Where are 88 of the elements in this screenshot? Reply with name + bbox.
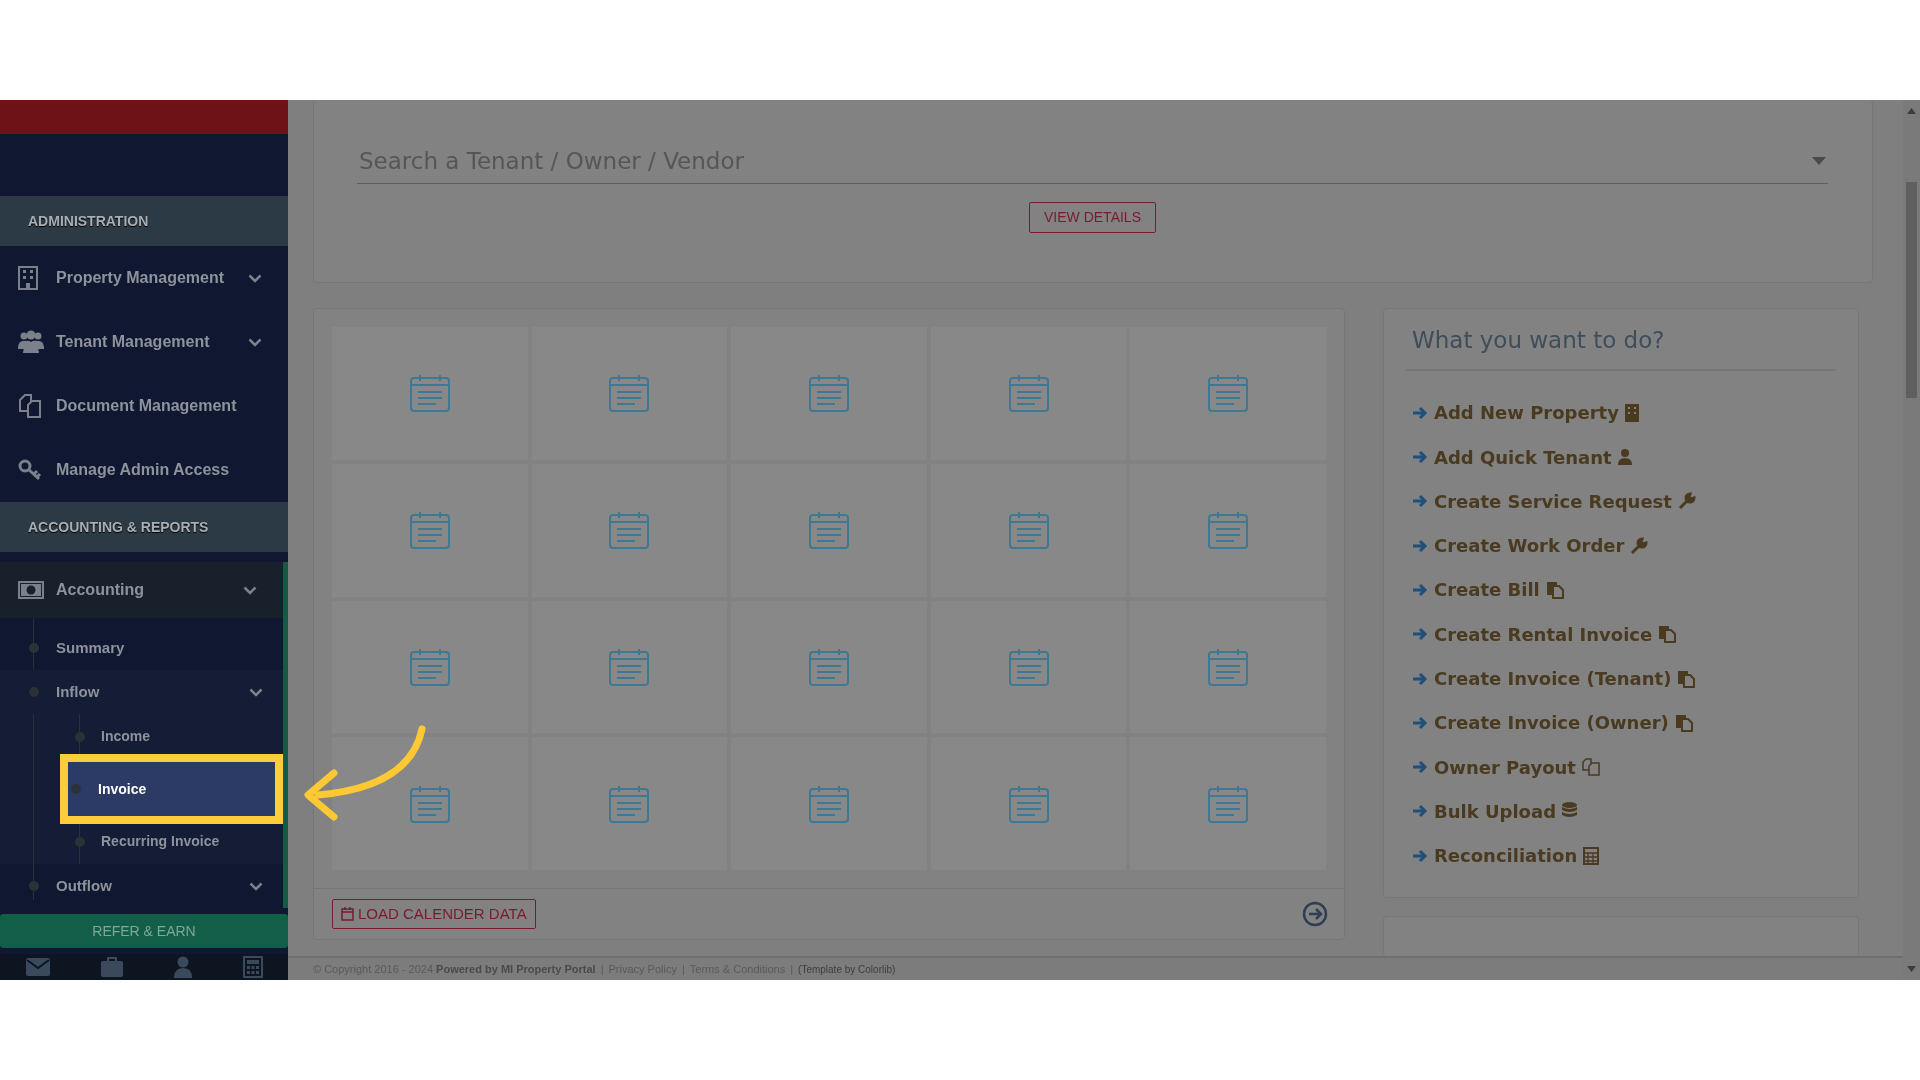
arrow-right-icon — [1412, 493, 1428, 510]
sidebar-item[interactable]: Accounting — [0, 562, 288, 618]
arrow-right-icon — [1412, 404, 1428, 421]
action-link[interactable]: Owner Payout — [1434, 753, 1576, 781]
action-link[interactable]: Add New Property — [1434, 399, 1619, 427]
panel-title: What you want to do? — [1406, 321, 1836, 371]
next-icon[interactable] — [1302, 901, 1328, 927]
calendar-icon — [1008, 511, 1049, 550]
calendar-icon — [1008, 647, 1049, 686]
action-link[interactable]: Create Service Request — [1434, 487, 1672, 515]
calendar-icon — [409, 511, 450, 550]
sidebar-item[interactable]: Tenant Management — [0, 310, 288, 374]
copy-icon — [1674, 713, 1693, 732]
calendar-icon — [809, 647, 849, 686]
calendar-icon — [1208, 647, 1249, 686]
copy-icon — [1658, 625, 1677, 644]
arrow-right-icon — [1412, 714, 1428, 731]
tree-node-dot — [29, 643, 39, 653]
calendar-icon — [1208, 511, 1249, 550]
action-link[interactable]: Reconciliation — [1434, 842, 1578, 870]
action-link[interactable]: Bulk Upload — [1434, 797, 1556, 825]
refer-button[interactable]: REFER & EARN — [0, 914, 288, 948]
action-link[interactable]: Create Work Order — [1434, 532, 1625, 560]
calendar-icon — [1008, 784, 1049, 823]
calendar-icon — [809, 511, 849, 550]
calculator-icon — [1583, 846, 1600, 865]
submenu-item[interactable]: Outflow — [0, 864, 283, 908]
users-icon — [18, 330, 44, 354]
copy-icon — [1545, 580, 1564, 599]
mail-icon[interactable] — [25, 958, 50, 976]
load-calendar-button[interactable]: LOAD CALENDER DATA — [332, 898, 536, 930]
briefcase-icon[interactable] — [100, 957, 123, 977]
arrow-right-icon — [1412, 626, 1428, 643]
building-icon — [18, 266, 38, 290]
separator-text: | — [681, 961, 685, 977]
user-icon — [1617, 449, 1632, 466]
banknote-icon — [18, 581, 44, 599]
calendar-icon — [809, 374, 849, 413]
arrow-right-icon — [1412, 759, 1428, 776]
submenu-item[interactable]: Recurring Invoice — [0, 819, 283, 864]
calendar-icon — [1208, 784, 1249, 823]
tree-node-dot — [29, 881, 39, 891]
calendar-icon — [609, 374, 650, 413]
submenu-item[interactable]: Income — [0, 714, 283, 759]
sidebar-item[interactable]: Property Management — [0, 246, 288, 310]
calendar-icon — [609, 647, 650, 686]
documents-icon — [1581, 758, 1600, 777]
action-link[interactable]: Create Rental Invoice — [1434, 620, 1653, 648]
sidebar-item[interactable]: Document Management — [0, 374, 288, 438]
calendar-icon — [1208, 374, 1249, 413]
scrollbar-thumb[interactable] — [1906, 182, 1917, 398]
scroll-up-icon[interactable] — [1907, 108, 1916, 114]
arrow-right-icon — [1412, 449, 1428, 466]
calendar-icon — [409, 374, 450, 413]
separator-text: | — [790, 961, 794, 977]
key-icon — [18, 459, 42, 481]
scroll-down-icon[interactable] — [1907, 966, 1916, 972]
user-icon[interactable] — [173, 956, 192, 978]
submenu-item[interactable]: Summary — [0, 626, 283, 670]
calendar-icon — [409, 647, 450, 686]
calendar-icon — [409, 784, 450, 823]
calendar-icon — [1008, 374, 1049, 413]
sidebar-item[interactable]: Manage Admin Access — [0, 438, 288, 502]
calculator-icon[interactable] — [242, 956, 263, 978]
arrow-right-icon — [1412, 847, 1428, 864]
action-link[interactable]: Create Invoice (Tenant) — [1434, 665, 1672, 692]
calendar-icon — [341, 907, 354, 921]
calendar-icon — [609, 784, 650, 823]
arrow-right-icon — [1412, 537, 1428, 554]
action-link[interactable]: Create Bill — [1434, 576, 1540, 604]
calendar-icon — [609, 511, 650, 550]
documents-icon — [18, 394, 42, 418]
wrench-icon — [1677, 492, 1696, 511]
building-icon — [1624, 403, 1639, 422]
arrow-right-icon — [1412, 803, 1428, 820]
arrow-right-icon — [1412, 670, 1428, 687]
action-link[interactable]: Add Quick Tenant — [1434, 443, 1612, 471]
copy-icon — [1677, 669, 1696, 688]
action-link[interactable]: Create Invoice (Owner) — [1434, 709, 1669, 737]
tree-node-dot — [71, 784, 81, 794]
section-header: ACCOUNTING & REPORTS — [28, 517, 209, 537]
section-header: ADMINISTRATION — [28, 211, 149, 231]
calendar-icon — [809, 784, 849, 823]
view-details-button[interactable]: VIEW DETAILS — [1029, 202, 1156, 233]
caret-icon[interactable] — [1812, 157, 1826, 165]
separator-text: | — [600, 961, 604, 977]
arrow-right-icon — [1412, 581, 1428, 598]
wrench-icon — [1630, 536, 1649, 555]
